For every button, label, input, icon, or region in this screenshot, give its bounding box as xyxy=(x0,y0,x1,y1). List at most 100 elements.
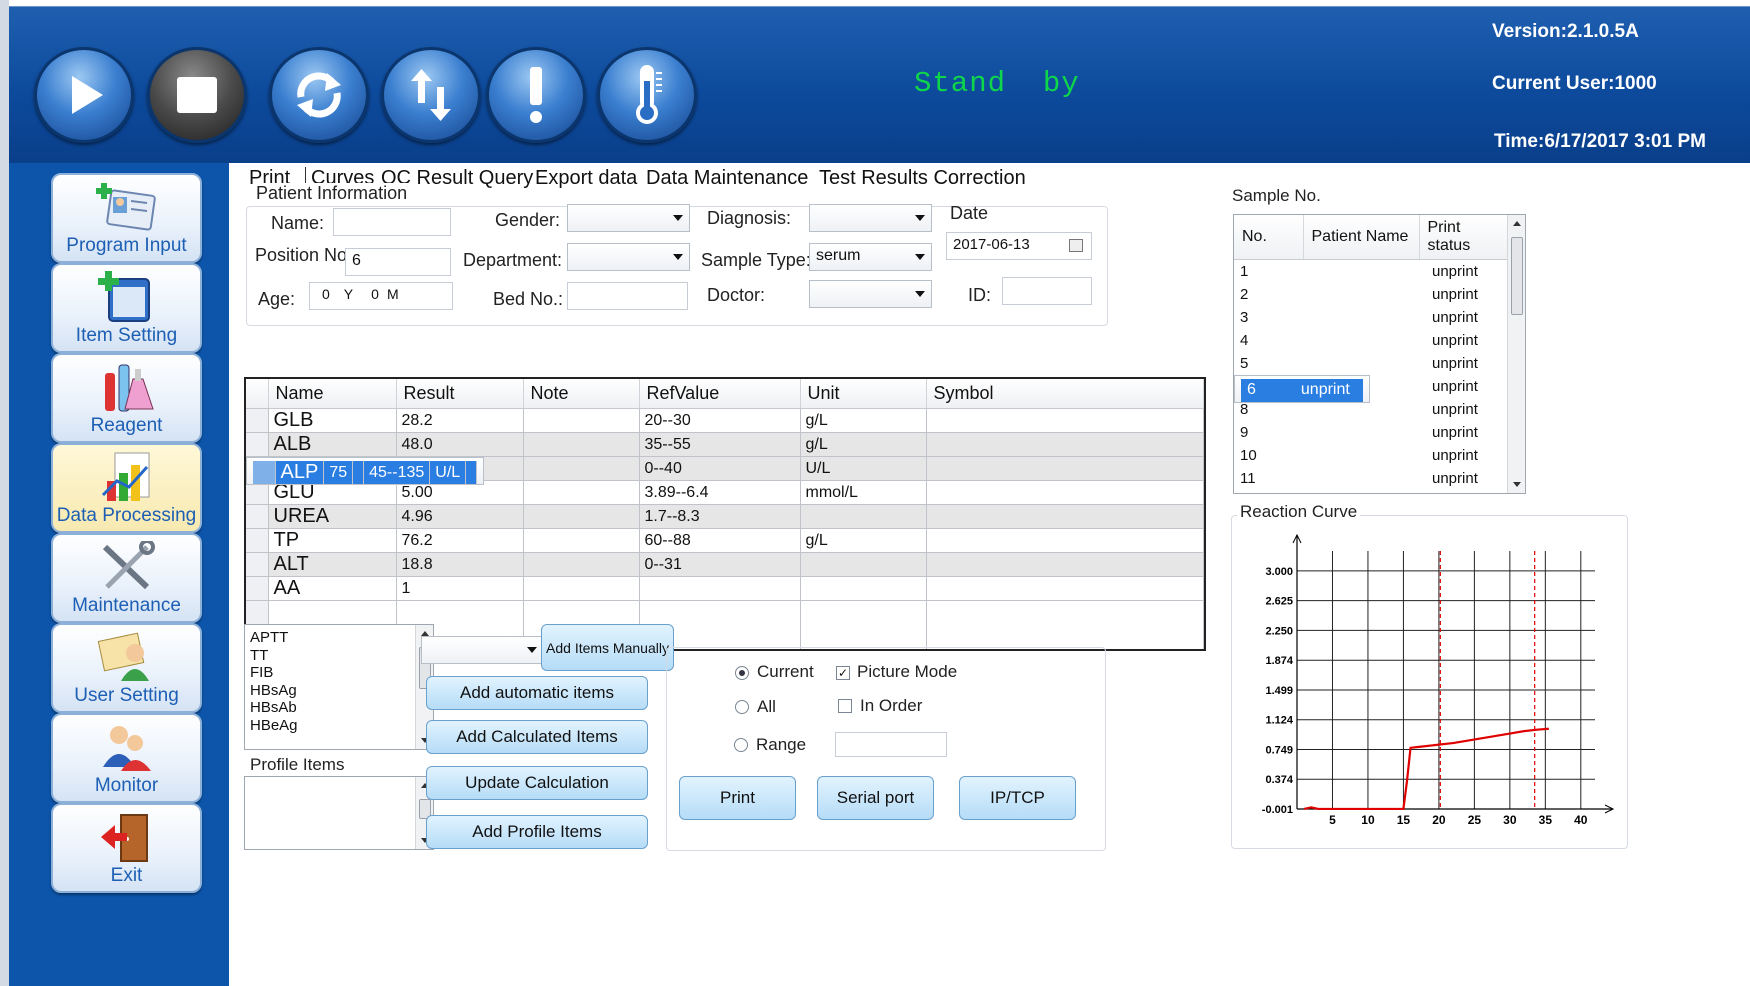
cell-no[interactable]: 11 xyxy=(1234,467,1303,490)
cell-refvalue[interactable]: 1.7--8.3 xyxy=(639,504,801,529)
table-row[interactable]: ALP 75 45--135 U/L xyxy=(246,457,485,485)
sidebar-item-monitor[interactable]: Monitor xyxy=(51,713,202,803)
tab-test-results-correction[interactable]: Test Results Correction xyxy=(819,167,1026,190)
cell-unit[interactable]: g/L xyxy=(800,432,927,457)
sidebar-item-exit[interactable]: Exit xyxy=(51,803,202,893)
column-header-no[interactable]: No. xyxy=(1234,215,1304,260)
sidebar-item-reagent[interactable]: Reagent xyxy=(51,353,202,443)
table-row[interactable]: ALB 48.0 35--55 g/L xyxy=(246,432,1204,457)
cell-patient-name[interactable] xyxy=(1303,306,1419,329)
sample-type-select[interactable]: serum xyxy=(809,243,932,271)
cell-refvalue[interactable]: 20--30 xyxy=(639,408,801,433)
cell-print-status[interactable]: unprint xyxy=(1419,260,1509,283)
play-icon[interactable] xyxy=(34,47,134,143)
cell-result[interactable]: 1 xyxy=(396,576,524,601)
sample-row[interactable]: 2 unprint xyxy=(1234,283,1509,306)
cell-name[interactable]: GLB xyxy=(268,408,397,433)
sample-table-scrollbar[interactable] xyxy=(1507,215,1525,493)
ip-tcp-button[interactable]: IP/TCP xyxy=(959,776,1076,820)
thermometer-icon[interactable] xyxy=(597,47,697,143)
serial-port-button[interactable]: Serial port xyxy=(817,776,934,820)
position-field[interactable]: 6 xyxy=(345,248,451,276)
cell-unit[interactable]: U/L xyxy=(429,461,467,485)
tab-data-maintenance[interactable]: Data Maintenance xyxy=(646,167,808,190)
cell-note[interactable] xyxy=(523,480,640,505)
list-item[interactable]: APTT xyxy=(250,629,428,647)
current-radio[interactable] xyxy=(735,666,749,680)
profile-items-list[interactable] xyxy=(244,776,434,850)
add-calculated-items-button[interactable]: Add Calculated Items xyxy=(426,720,648,754)
cell-patient-name[interactable] xyxy=(1303,352,1419,375)
cell-note[interactable] xyxy=(523,408,640,433)
cell-refvalue[interactable]: 0--31 xyxy=(639,552,801,577)
cell-refvalue[interactable]: 3.89--6.4 xyxy=(639,480,801,505)
results-table[interactable]: Name Result Note RefValue Unit Symbol GL… xyxy=(244,377,1206,651)
cell-print-status[interactable]: unprint xyxy=(1419,398,1509,421)
list-item[interactable]: HBsAb xyxy=(250,699,428,717)
cell-print-status[interactable]: unprint xyxy=(1419,283,1509,306)
cell-print-status[interactable]: unprint xyxy=(1419,329,1509,352)
cell-name[interactable]: ALP xyxy=(275,461,325,485)
cell-patient-name[interactable] xyxy=(1261,378,1288,402)
in-order-checkbox[interactable] xyxy=(838,699,852,713)
list-item[interactable]: TT xyxy=(250,647,428,665)
list-item[interactable]: HBeAg xyxy=(250,717,428,735)
list-item[interactable]: HBsAg xyxy=(250,682,428,700)
date-field[interactable]: 2017-06-13 xyxy=(946,232,1092,260)
cell-symbol[interactable] xyxy=(926,408,1204,433)
cell-symbol[interactable] xyxy=(926,432,1204,457)
id-field[interactable] xyxy=(1002,277,1092,305)
cell-no[interactable]: 5 xyxy=(1234,352,1303,375)
cell-result[interactable]: 18.8 xyxy=(396,552,524,577)
cell-refvalue[interactable]: 0--40 xyxy=(639,457,801,481)
cell-patient-name[interactable] xyxy=(1303,421,1419,444)
cell-symbol[interactable] xyxy=(926,480,1204,505)
cell-print-status[interactable]: unprint xyxy=(1419,421,1509,444)
add-automatic-items-button[interactable]: Add automatic items xyxy=(426,676,648,710)
sample-row[interactable]: 4 unprint xyxy=(1234,329,1509,352)
column-header-refvalue[interactable]: RefValue xyxy=(639,379,801,409)
calendar-icon[interactable] xyxy=(1069,239,1083,252)
cell-unit[interactable] xyxy=(800,576,927,601)
cell-note[interactable] xyxy=(523,576,640,601)
cell-symbol[interactable] xyxy=(926,528,1204,553)
cell-unit[interactable]: U/L xyxy=(800,457,927,481)
table-row[interactable]: AA 1 xyxy=(246,576,1204,601)
cell-no[interactable]: 2 xyxy=(1234,283,1303,306)
transfer-icon[interactable] xyxy=(381,47,481,143)
add-items-manually-button[interactable]: Add Items Manually xyxy=(541,624,674,671)
list-item[interactable]: FIB xyxy=(250,664,428,682)
cell-patient-name[interactable] xyxy=(1303,444,1419,467)
cell-symbol[interactable] xyxy=(926,552,1204,577)
sample-row[interactable]: 9 unprint xyxy=(1234,421,1509,444)
cell-note[interactable] xyxy=(523,457,640,481)
cell-unit[interactable] xyxy=(800,552,927,577)
cell-result[interactable]: 48.0 xyxy=(396,432,524,457)
cell-print-status[interactable]: unprint xyxy=(1419,467,1509,490)
sample-row[interactable]: 11 unprint xyxy=(1234,467,1509,490)
department-select[interactable] xyxy=(567,243,690,271)
cell-note[interactable] xyxy=(523,504,640,529)
sample-row[interactable]: 1 unprint xyxy=(1234,260,1509,283)
print-button[interactable]: Print xyxy=(679,776,796,820)
picture-mode-checkbox[interactable]: ✓ xyxy=(836,666,850,680)
sample-row[interactable]: 10 unprint xyxy=(1234,444,1509,467)
cell-name[interactable]: AA xyxy=(268,576,397,601)
cell-print-status[interactable]: unprint xyxy=(1419,352,1509,375)
cell-print-status[interactable]: unprint xyxy=(1419,306,1509,329)
column-header-result[interactable]: Result xyxy=(396,379,524,409)
cell-unit[interactable]: mmol/L xyxy=(800,480,927,505)
sidebar-item-item-setting[interactable]: Item Setting xyxy=(51,263,202,353)
item-select[interactable] xyxy=(421,636,544,664)
table-row[interactable]: GLB 28.2 20--30 g/L xyxy=(246,408,1204,433)
sample-table[interactable]: No. Patient Name Print status 1 unprint 2 u… xyxy=(1233,214,1526,494)
table-row[interactable]: UREA 4.96 1.7--8.3 xyxy=(246,504,1204,529)
cell-no[interactable]: 3 xyxy=(1234,306,1303,329)
range-field[interactable] xyxy=(835,732,947,757)
scroll-down-icon[interactable] xyxy=(1513,482,1521,487)
sidebar-item-program-input[interactable]: Program Input xyxy=(51,173,202,263)
bed-field[interactable] xyxy=(567,282,688,310)
cell-print-status[interactable]: unprint xyxy=(1419,375,1509,398)
refresh-icon[interactable] xyxy=(269,47,369,143)
range-radio[interactable] xyxy=(734,738,748,752)
